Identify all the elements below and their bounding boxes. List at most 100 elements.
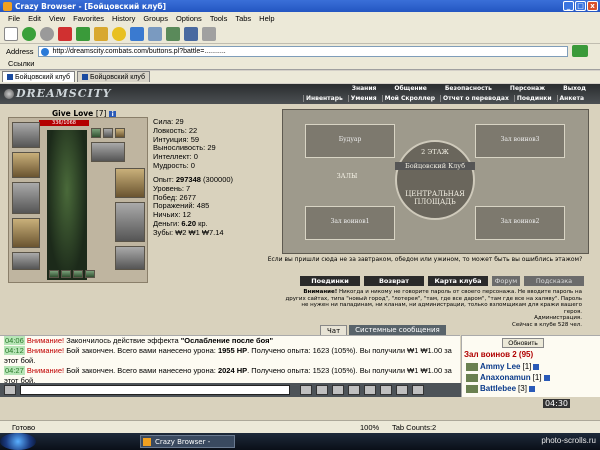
browser-tab-label: Бойцовский клуб bbox=[15, 73, 71, 81]
start-button[interactable] bbox=[0, 433, 36, 450]
mail-icon[interactable] bbox=[148, 26, 162, 41]
taskbar-app-button[interactable]: Crazy Browser - [Бой... bbox=[140, 435, 235, 448]
menu-help[interactable]: Help bbox=[259, 14, 274, 23]
nav-transfers[interactable]: Отчет о переводах bbox=[440, 95, 511, 102]
nav-inventory[interactable]: Инвентарь bbox=[302, 95, 345, 102]
map-floor-label: 2 ЭТАЖ bbox=[421, 148, 449, 156]
stat-wisdom: Мудрость: 0 bbox=[153, 160, 195, 170]
tab-count: Tab Counts:2 bbox=[392, 422, 437, 432]
menu-groups[interactable]: Groups bbox=[143, 14, 168, 23]
ring-slot[interactable] bbox=[91, 128, 101, 138]
minimize-button[interactable]: _ bbox=[563, 1, 574, 11]
forum-button[interactable]: Форум bbox=[492, 276, 520, 286]
nav-security[interactable]: Безопасность bbox=[445, 85, 492, 92]
nav-exit[interactable]: Выход bbox=[563, 85, 586, 92]
boots-slot[interactable] bbox=[115, 246, 145, 270]
go-button[interactable] bbox=[571, 45, 588, 57]
sound-icon[interactable] bbox=[364, 385, 376, 395]
club-map-button[interactable]: Карта клуба bbox=[428, 276, 488, 286]
armor-slot[interactable] bbox=[12, 218, 40, 248]
info-icon[interactable] bbox=[528, 385, 535, 392]
zone-boudoir[interactable]: Будуар bbox=[305, 124, 395, 158]
ring-slot[interactable] bbox=[103, 128, 113, 138]
tab-system-messages[interactable]: Системные сообщения bbox=[349, 325, 446, 335]
home-icon[interactable] bbox=[94, 26, 108, 41]
info-icon[interactable] bbox=[543, 374, 550, 381]
translit-icon[interactable] bbox=[380, 385, 392, 395]
zoom-level[interactable]: 100% bbox=[360, 423, 392, 432]
player-entry[interactable]: Ammy Lee [1] bbox=[466, 362, 540, 371]
options-icon[interactable] bbox=[202, 26, 216, 41]
links-label[interactable]: Ссылки bbox=[8, 59, 34, 68]
refresh-button[interactable]: Обновить bbox=[502, 338, 544, 348]
browser-icon bbox=[143, 438, 151, 446]
zone-warriors-3[interactable]: Зал воинов3 bbox=[475, 124, 565, 158]
nav-skills[interactable]: Умения bbox=[347, 95, 379, 102]
nav-knowledge[interactable]: Знания bbox=[352, 85, 377, 92]
menu-options[interactable]: Options bbox=[176, 14, 202, 23]
clan-icon bbox=[466, 362, 478, 371]
menu-view[interactable]: View bbox=[49, 14, 65, 23]
links-bar: Ссылки bbox=[0, 58, 600, 70]
potion-slot[interactable] bbox=[85, 270, 95, 278]
character-inventory: 336/1068 bbox=[8, 117, 148, 283]
refresh-icon[interactable] bbox=[76, 26, 90, 41]
dreamscity-logo[interactable]: DREAMSCITY bbox=[4, 87, 112, 100]
nav-communication[interactable]: Общение bbox=[394, 85, 426, 92]
chat-input[interactable] bbox=[20, 385, 290, 395]
back-icon[interactable] bbox=[22, 26, 36, 41]
zone-warriors-2[interactable]: Зал воинов2 bbox=[475, 206, 565, 240]
return-button[interactable]: Возврат bbox=[364, 276, 424, 286]
potion-slot[interactable] bbox=[49, 270, 59, 278]
leggings-slot[interactable] bbox=[115, 202, 145, 242]
nav-character[interactable]: Персонаж bbox=[510, 85, 545, 92]
browser-tab-1[interactable]: Бойцовский клуб bbox=[2, 71, 76, 82]
helmet-slot[interactable] bbox=[12, 122, 40, 148]
fights-button[interactable]: Поединки bbox=[300, 276, 360, 286]
potion-slot[interactable] bbox=[61, 270, 71, 278]
title-bar: Crazy Browser - [Бойцовский клуб] _ □ x bbox=[0, 0, 600, 12]
groups-icon[interactable] bbox=[184, 26, 198, 41]
new-page-icon[interactable] bbox=[4, 26, 18, 41]
nav-fights[interactable]: Поединки bbox=[513, 95, 554, 102]
hint-button[interactable]: Подсказка bbox=[524, 276, 584, 286]
chat-settings-icon[interactable] bbox=[4, 385, 16, 395]
info-icon[interactable] bbox=[533, 363, 540, 370]
menu-file[interactable]: File bbox=[8, 14, 20, 23]
earring-slot[interactable] bbox=[12, 152, 40, 178]
menu-history[interactable]: History bbox=[112, 14, 135, 23]
belt-slot[interactable] bbox=[12, 252, 40, 270]
nav-profile[interactable]: Анкета bbox=[556, 95, 586, 102]
weapon-slot[interactable] bbox=[12, 182, 40, 214]
player-entry[interactable]: Anaxonamun [1] bbox=[466, 373, 550, 382]
smiles-icon[interactable] bbox=[332, 385, 344, 395]
menu-edit[interactable]: Edit bbox=[28, 14, 41, 23]
tab-chat[interactable]: Чат bbox=[320, 325, 348, 335]
character-stats: Сила: 29 Ловкость: 22 Интуиция: 59 Вынос… bbox=[153, 117, 216, 171]
menu-favorites[interactable]: Favorites bbox=[73, 14, 104, 23]
player-entry[interactable]: Battlebee [3] bbox=[466, 384, 535, 393]
maximize-button[interactable]: □ bbox=[575, 1, 586, 11]
address-input[interactable]: http://dreamscity.combats.com/buttons.pl… bbox=[37, 45, 568, 57]
chat-message: 04:12 Внимание! Бой закончен. Всего вами… bbox=[4, 346, 452, 365]
menu-tabs[interactable]: Tabs bbox=[235, 14, 251, 23]
send-icon[interactable] bbox=[300, 385, 312, 395]
favorites-icon[interactable] bbox=[112, 26, 126, 41]
gloves-slot[interactable] bbox=[91, 142, 125, 162]
filter-icon[interactable] bbox=[348, 385, 360, 395]
menu-tools[interactable]: Tools bbox=[210, 14, 228, 23]
forward-icon[interactable] bbox=[40, 26, 54, 41]
close-button[interactable]: x bbox=[587, 1, 598, 11]
history-icon[interactable] bbox=[130, 26, 144, 41]
ring-slot[interactable] bbox=[115, 128, 125, 138]
clear-icon[interactable] bbox=[316, 385, 328, 395]
shield-slot[interactable] bbox=[115, 168, 145, 198]
browser-tab-2[interactable]: Бойцовский клуб bbox=[77, 71, 151, 82]
nav-scroller[interactable]: Мой Скроллер bbox=[381, 95, 437, 102]
help-icon[interactable] bbox=[412, 385, 424, 395]
print-icon[interactable] bbox=[166, 26, 180, 41]
potion-slot[interactable] bbox=[73, 270, 83, 278]
tools-icon[interactable] bbox=[396, 385, 408, 395]
zone-warriors-1[interactable]: Зал воинов1 bbox=[305, 206, 395, 240]
stop-icon[interactable] bbox=[58, 26, 72, 41]
